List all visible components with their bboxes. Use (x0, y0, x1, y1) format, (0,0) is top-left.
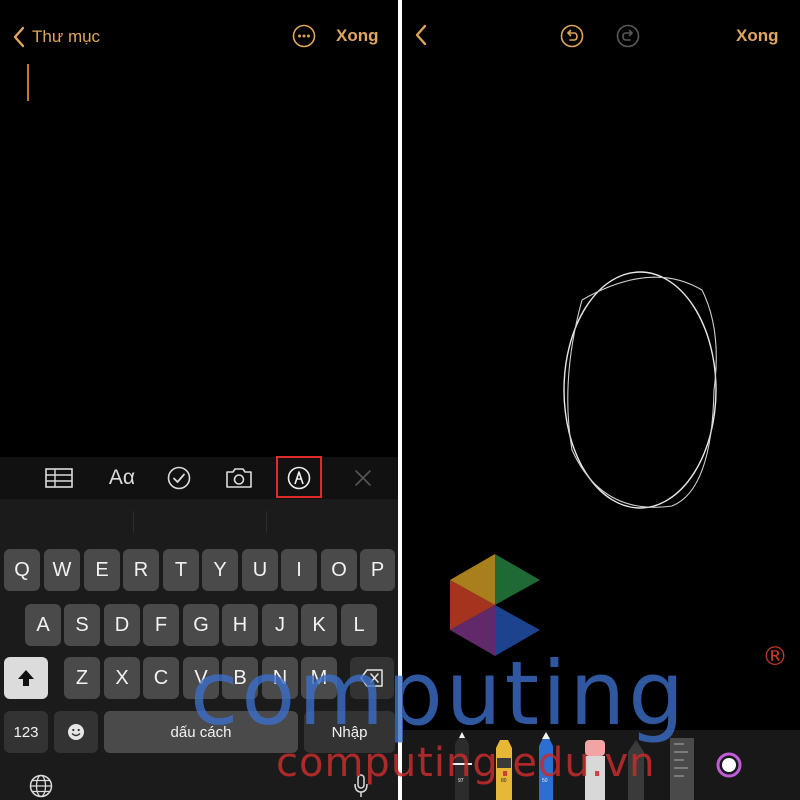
pen-tool[interactable] (452, 732, 472, 800)
emoji-key[interactable] (54, 711, 98, 753)
chevron-left-icon (13, 26, 25, 48)
checklist-icon[interactable] (166, 457, 192, 499)
key-u[interactable]: U (242, 549, 278, 591)
space-key[interactable]: dấu cách (104, 711, 298, 753)
more-options-icon[interactable] (292, 24, 316, 48)
key-z[interactable]: Z (64, 657, 100, 699)
key-v[interactable]: V (183, 657, 219, 699)
pencil-label: 50 (542, 778, 548, 784)
key-k[interactable]: K (301, 604, 337, 646)
back-button[interactable]: Thư mục (12, 26, 100, 48)
delete-key[interactable] (350, 657, 394, 699)
microphone-icon[interactable] (346, 774, 376, 797)
key-g[interactable]: G (183, 604, 219, 646)
key-a[interactable]: A (25, 604, 61, 646)
key-e[interactable]: E (84, 549, 120, 591)
globe-icon[interactable] (24, 774, 58, 798)
text-cursor (27, 64, 29, 101)
keyboard: Q W E R T Y U I O P A S D F G H J K L Z … (0, 499, 398, 800)
return-key[interactable]: Nhập (304, 711, 395, 753)
pencil-tool[interactable] (539, 732, 553, 800)
back-label: Thư mục (32, 27, 101, 46)
redo-icon[interactable] (616, 24, 640, 48)
key-x[interactable]: X (104, 657, 140, 699)
key-m[interactable]: M (301, 657, 337, 699)
key-n[interactable]: N (262, 657, 298, 699)
key-i[interactable]: I (281, 549, 317, 591)
key-w[interactable]: W (44, 549, 80, 591)
emoji-icon (68, 724, 84, 740)
key-j[interactable]: J (262, 604, 298, 646)
marker-tool[interactable] (496, 740, 512, 800)
shift-arrow-icon (18, 670, 34, 686)
suggestion-divider (266, 511, 267, 533)
eraser-tool[interactable] (585, 740, 605, 800)
key-l[interactable]: L (341, 604, 377, 646)
back-icon[interactable] (414, 24, 428, 46)
suggestion-divider (133, 511, 134, 533)
notes-editor-screen: Thư mục Xong Aα Q W E R T Y U I O P A S … (0, 0, 398, 800)
key-p[interactable]: P (360, 549, 395, 591)
undo-icon[interactable] (560, 24, 584, 48)
camera-icon[interactable] (224, 457, 254, 499)
drawing-tools-bar: 97 80 50 (402, 730, 800, 800)
drawing-screen: Xong 97 80 50 (402, 0, 800, 800)
key-f[interactable]: F (143, 604, 179, 646)
lasso-tool[interactable] (628, 740, 644, 800)
key-c[interactable]: C (143, 657, 179, 699)
done-button[interactable]: Xong (336, 26, 379, 46)
key-s[interactable]: S (64, 604, 100, 646)
text-format-button[interactable]: Aα (104, 457, 140, 499)
close-icon[interactable] (352, 457, 374, 499)
key-r[interactable]: R (123, 549, 159, 591)
key-y[interactable]: Y (202, 549, 238, 591)
markup-highlight-box (276, 456, 322, 498)
key-o[interactable]: O (321, 549, 357, 591)
key-t[interactable]: T (163, 549, 199, 591)
key-h[interactable]: H (222, 604, 258, 646)
key-q[interactable]: Q (4, 549, 40, 591)
backspace-icon (360, 669, 383, 687)
format-toolbar: Aα (0, 457, 398, 499)
hand-drawn-oval (563, 271, 717, 509)
pen-label: 97 (458, 778, 464, 784)
tool-palette (452, 732, 742, 800)
color-picker-icon[interactable] (716, 752, 742, 778)
shift-key[interactable] (4, 657, 48, 699)
marker-label: 80 (501, 778, 507, 784)
key-b[interactable]: B (222, 657, 258, 699)
done-button[interactable]: Xong (736, 26, 779, 46)
numbers-key[interactable]: 123 (4, 711, 48, 753)
key-d[interactable]: D (104, 604, 140, 646)
ruler-tool[interactable] (670, 738, 694, 800)
table-icon[interactable] (44, 457, 74, 499)
